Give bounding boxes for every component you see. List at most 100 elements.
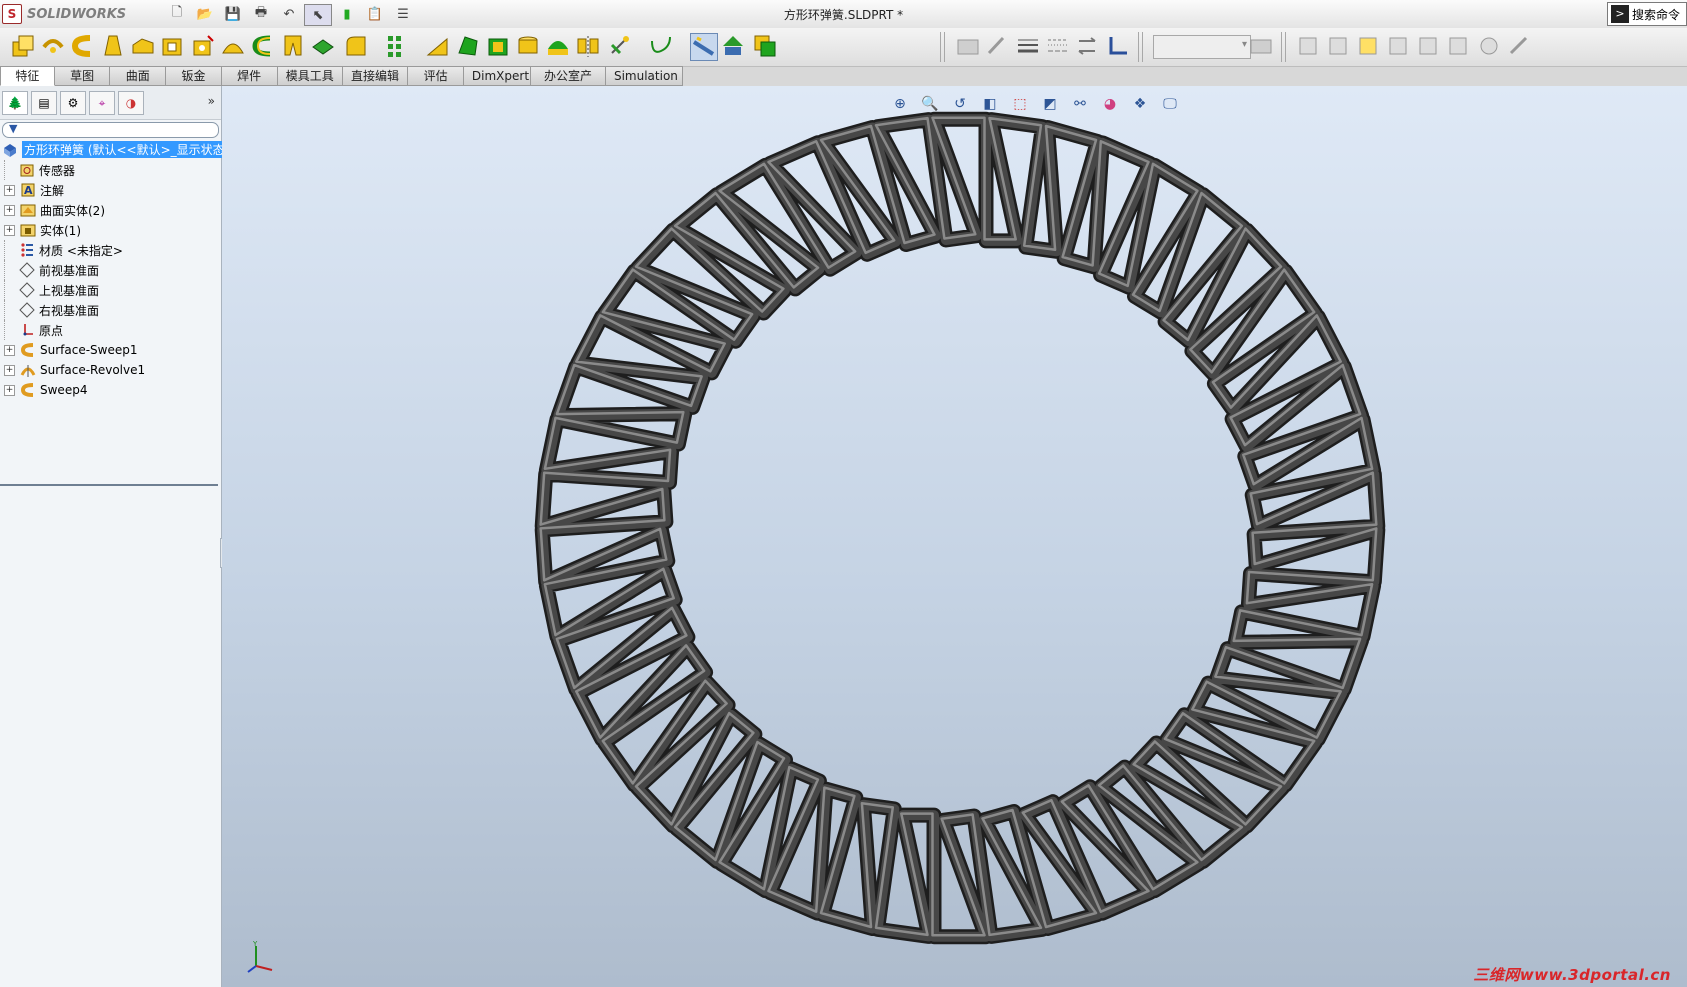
svg-text:A: A: [24, 184, 33, 197]
expand-icon[interactable]: +: [4, 184, 15, 196]
zoom-to-fit-icon[interactable]: ⊕: [888, 92, 912, 116]
shell-icon[interactable]: [485, 33, 511, 59]
extruded-boss-icon[interactable]: [10, 33, 36, 59]
tab-features[interactable]: 特征: [0, 66, 55, 86]
feature-tree-tab-icon[interactable]: 🌲: [2, 91, 28, 115]
swept-cut-icon[interactable]: [250, 33, 276, 59]
view-orientation-icon[interactable]: ⬚: [1008, 92, 1032, 116]
reference-geometry-icon[interactable]: [608, 33, 634, 59]
edit-appearance-icon[interactable]: ◕: [1098, 92, 1122, 116]
expand-panel-icon[interactable]: »: [208, 94, 215, 108]
previous-view-icon[interactable]: ↺: [948, 92, 972, 116]
expand-icon[interactable]: +: [4, 204, 15, 216]
surface-bodies-icon: [20, 202, 36, 218]
revolved-boss-icon[interactable]: [40, 33, 66, 59]
tab-dimxpert[interactable]: DimXpert: [463, 66, 531, 86]
tab-direct-editing[interactable]: 直接编辑: [342, 66, 409, 86]
apply-scene-icon[interactable]: ❖: [1128, 92, 1152, 116]
section-view-icon[interactable]: [720, 33, 746, 59]
dome-icon[interactable]: [545, 33, 571, 59]
zoom-to-area-icon[interactable]: 🔍: [918, 92, 942, 116]
tree-item-surface-bodies[interactable]: + 曲面实体(2): [0, 200, 221, 220]
layer-properties-icon[interactable]: [1248, 33, 1274, 59]
spring-model[interactable]: [222, 86, 1687, 987]
dimension-icon[interactable]: [1105, 33, 1131, 59]
view-settings-icon[interactable]: 🖵: [1158, 92, 1182, 116]
graphics-area[interactable]: ⊕ 🔍 ↺ ◧ ⬚ ◩ ⚯ ◕ ❖ 🖵 Y 三维网www.3dportal.cn: [222, 86, 1687, 987]
tab-simulation[interactable]: Simulation: [605, 66, 683, 86]
feature-copy-icon[interactable]: [752, 33, 778, 59]
svg-text:Y: Y: [252, 940, 258, 948]
rib-icon[interactable]: [425, 33, 451, 59]
revolved-cut-icon[interactable]: [220, 33, 246, 59]
display-manager-tab-icon[interactable]: ◑: [118, 91, 144, 115]
drawing-tool-7-icon[interactable]: [1476, 33, 1502, 59]
expand-icon[interactable]: +: [4, 224, 15, 236]
boundary-boss-icon[interactable]: [130, 33, 156, 59]
feature-manager-tabs: 🌲 ▤ ⚙ ⌖ ◑ »: [0, 86, 221, 120]
expand-icon[interactable]: +: [4, 384, 15, 396]
tree-item-origin[interactable]: 原点: [0, 320, 221, 340]
wrap-icon[interactable]: [515, 33, 541, 59]
display-style-icon[interactable]: ◩: [1038, 92, 1062, 116]
drawing-tool-6-icon[interactable]: [1446, 33, 1472, 59]
tree-item-surface-revolve1[interactable]: + Surface-Revolve1: [0, 360, 221, 380]
tree-end-marker: [0, 484, 218, 486]
extruded-cut-icon[interactable]: [160, 33, 186, 59]
mirror-icon[interactable]: [575, 33, 601, 59]
linear-pattern-icon[interactable]: [385, 33, 411, 59]
tree-item-surface-sweep1[interactable]: + Surface-Sweep1: [0, 340, 221, 360]
line-weight-icon[interactable]: [985, 33, 1011, 59]
tab-surfaces[interactable]: 曲面: [110, 66, 167, 86]
search-commands[interactable]: > 搜索命令: [1607, 2, 1687, 26]
search-command-label: 搜索命令: [1632, 7, 1681, 22]
tree-item-right-plane[interactable]: 右视基准面: [0, 300, 221, 320]
property-manager-tab-icon[interactable]: ▤: [31, 91, 57, 115]
move-entities-icon[interactable]: [1075, 33, 1101, 59]
swept-boss-icon[interactable]: [70, 33, 96, 59]
drawing-tool-8-icon[interactable]: [1506, 33, 1532, 59]
drawing-tool-3-icon[interactable]: [1356, 33, 1382, 59]
lofted-boss-icon[interactable]: [100, 33, 126, 59]
tree-item-material[interactable]: 材质 <未指定>: [0, 240, 221, 260]
boundary-cut-icon[interactable]: [310, 33, 336, 59]
hole-wizard-icon[interactable]: [190, 33, 216, 59]
tab-sheet-metal[interactable]: 钣金: [166, 66, 222, 86]
part-name: 方形环弹簧 (默认<<默认>_显示状态: [22, 141, 227, 158]
tab-office-products[interactable]: 办公室产品: [530, 66, 606, 101]
line-thickness-icon[interactable]: [1015, 33, 1041, 59]
search-command-icon: >: [1611, 5, 1629, 23]
line-style-icon[interactable]: [1045, 33, 1071, 59]
expand-icon[interactable]: +: [4, 364, 15, 376]
expand-icon[interactable]: +: [4, 344, 15, 356]
layer-dropdown[interactable]: [1153, 35, 1251, 59]
tab-sketch[interactable]: 草图: [54, 66, 111, 86]
instant3d-icon[interactable]: [690, 33, 718, 61]
tree-item-annotations[interactable]: + A 注解: [0, 180, 221, 200]
hide-show-items-icon[interactable]: ⚯: [1068, 92, 1092, 116]
document-title: 方形环弹簧.SLDPRT *: [783, 8, 904, 22]
dimxpert-manager-tab-icon[interactable]: ⌖: [89, 91, 115, 115]
tree-item-top-plane[interactable]: 上视基准面: [0, 280, 221, 300]
drawing-tool-2-icon[interactable]: [1326, 33, 1352, 59]
lofted-cut-icon[interactable]: [280, 33, 306, 59]
tree-root-part[interactable]: 方形环弹簧 (默认<<默认>_显示状态: [0, 140, 227, 159]
drawing-tool-1-icon[interactable]: [1296, 33, 1322, 59]
tree-item-sensors[interactable]: 传感器: [0, 160, 221, 180]
fillet-icon[interactable]: [343, 33, 369, 59]
section-view-icon[interactable]: ◧: [978, 92, 1002, 116]
drawing-tool-5-icon[interactable]: [1416, 33, 1442, 59]
tree-item-sweep4[interactable]: + Sweep4: [0, 380, 221, 400]
tree-item-front-plane[interactable]: 前视基准面: [0, 260, 221, 280]
feature-manager-panel: 🌲 ▤ ⚙ ⌖ ◑ » ▼ 方形环弹簧 (默认<<默认>_显示状态 传感器 + …: [0, 86, 227, 987]
draft-icon[interactable]: [455, 33, 481, 59]
shaded-tool-icon[interactable]: [955, 33, 981, 59]
configuration-manager-tab-icon[interactable]: ⚙: [60, 91, 86, 115]
tab-weldments[interactable]: 焊件: [221, 66, 278, 86]
curves-icon[interactable]: [648, 33, 674, 59]
tab-evaluate[interactable]: 评估: [408, 66, 464, 86]
drawing-tool-4-icon[interactable]: [1386, 33, 1412, 59]
tab-mold-tools[interactable]: 模具工具: [277, 66, 343, 86]
tree-filter[interactable]: ▼: [2, 122, 219, 138]
tree-item-solid-bodies[interactable]: + 实体(1): [0, 220, 221, 240]
